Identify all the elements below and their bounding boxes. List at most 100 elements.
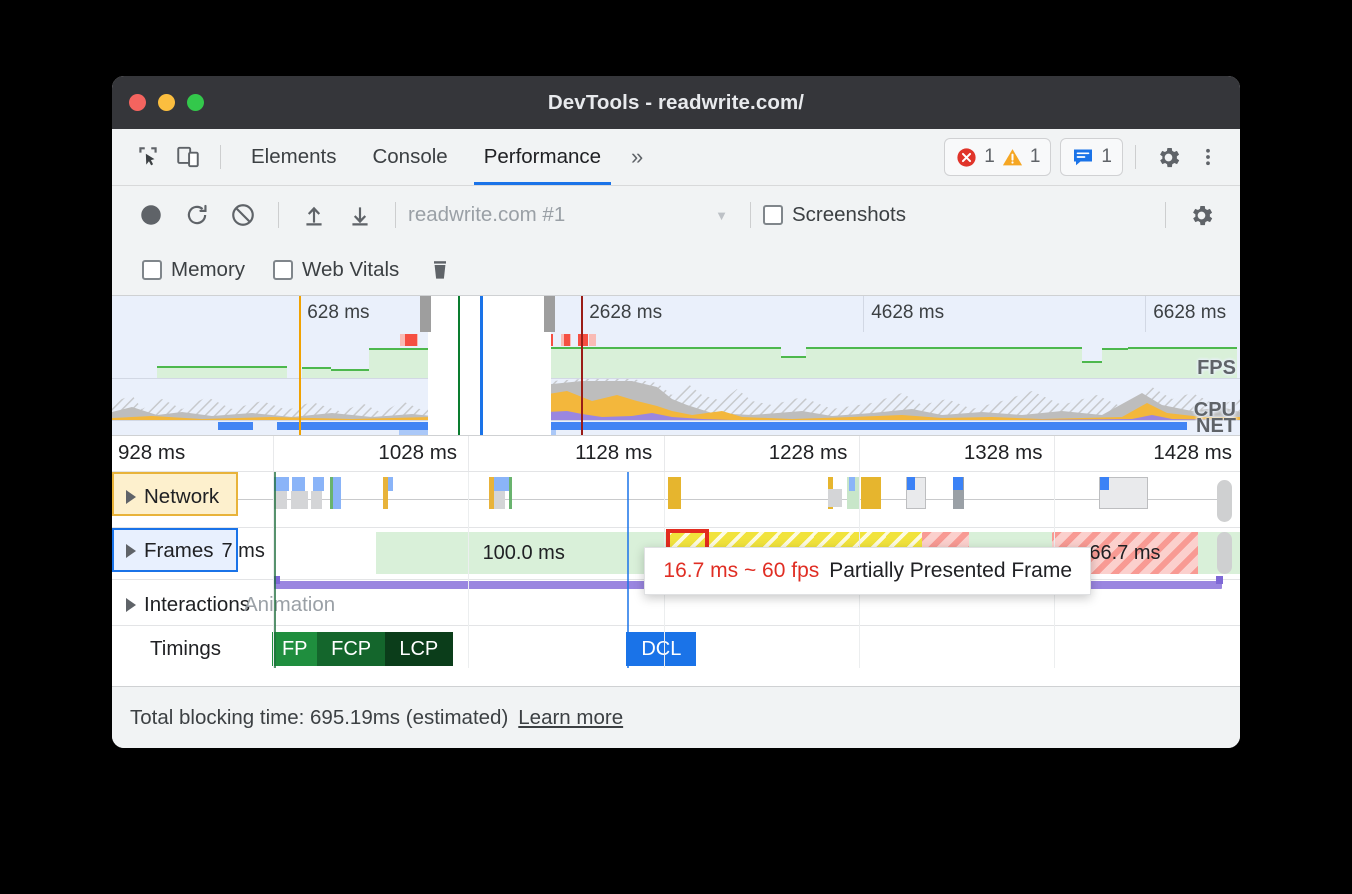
timing-marker-lcp[interactable]: LCP: [385, 632, 453, 666]
devtools-window: DevTools - readwrite.com/ Elements Conso…: [112, 76, 1240, 748]
toolbar-divider-6: [1165, 202, 1166, 228]
session-select[interactable]: readwrite.com #1 ▼: [408, 203, 738, 227]
track-label-frames-text: Frames: [144, 539, 213, 563]
tracks-tick-0: 928 ms: [112, 441, 193, 465]
screenshots-label: Screenshots: [792, 203, 906, 227]
issues-badge-group[interactable]: 1 1: [944, 138, 1051, 176]
track-label-frames[interactable]: Frames 7 ms: [126, 539, 265, 563]
memory-checkbox[interactable]: Memory: [142, 258, 245, 282]
overview-tick-3: 6628 ms: [1145, 302, 1232, 324]
cpu-area-chart: [112, 379, 1240, 421]
trash-icon[interactable]: [417, 250, 463, 290]
gear-icon[interactable]: [1148, 137, 1188, 177]
tooltip-duration: 16.7 ms ~ 60 fps: [663, 559, 819, 583]
track-label-interactions-text: Interactions: [144, 593, 250, 617]
more-tabs-icon[interactable]: »: [619, 144, 655, 170]
frame-block[interactable]: 100.0 ms: [411, 532, 637, 574]
overview-selection-handle-right[interactable]: [544, 296, 555, 332]
message-icon: [1071, 145, 1095, 169]
tracks-tick-2: 1128 ms: [575, 441, 660, 465]
scrollbar-thumb-top[interactable]: [1217, 480, 1232, 522]
reload-and-record-button[interactable]: [174, 195, 220, 235]
error-count: 1: [984, 146, 995, 168]
web-vitals-checkbox[interactable]: Web Vitals: [273, 258, 399, 282]
performance-toolbar-primary: readwrite.com #1 ▼ Screenshots: [112, 186, 1240, 244]
track-label-animation-text: Animation: [244, 593, 335, 617]
messages-badge-group[interactable]: 1: [1060, 138, 1123, 176]
tracks-tick-5: 1428 ms: [1153, 441, 1240, 465]
frame-tooltip: 16.7 ms ~ 60 fps Partially Presented Fra…: [644, 547, 1091, 595]
overview-marker-fcp: [458, 296, 460, 435]
tab-performance[interactable]: Performance: [466, 129, 619, 185]
tab-console[interactable]: Console: [354, 129, 465, 185]
overview-tick-1: 2628 ms: [581, 302, 668, 324]
chevron-down-icon: ▼: [715, 208, 738, 223]
timing-marker-fcp[interactable]: FCP: [317, 632, 385, 666]
toolbar-divider-3: [278, 202, 279, 228]
record-button[interactable]: [128, 195, 174, 235]
track-row-timings[interactable]: Timings FP FCP LCP DCL: [112, 626, 1240, 668]
screenshots-checkbox-box[interactable]: [763, 205, 783, 225]
overview-selection-handle-left[interactable]: [420, 296, 431, 332]
tracks-tick-4: 1328 ms: [964, 441, 1051, 465]
track-label-network[interactable]: Network: [126, 485, 219, 509]
session-name: readwrite.com #1: [408, 203, 565, 227]
kebab-menu-icon[interactable]: [1188, 137, 1228, 177]
tracks-ruler: 928 ms 1028 ms 1128 ms 1228 ms 1328 ms 1…: [112, 436, 1240, 472]
maximize-window-button[interactable]: [187, 94, 204, 111]
guide-line-fcp: [274, 472, 276, 668]
minimize-window-button[interactable]: [158, 94, 175, 111]
timing-marker-fp[interactable]: FP: [272, 632, 317, 666]
performance-footer: Total blocking time: 695.19ms (estimated…: [112, 686, 1240, 748]
window-traffic-lights: [129, 94, 204, 111]
timeline-overview[interactable]: 628 ms 2628 ms 4628 ms 6628 ms: [112, 296, 1240, 436]
track-label-network-text: Network: [144, 485, 219, 509]
track-label-animation: Animation: [244, 593, 335, 617]
tracks-tick-1: 1028 ms: [378, 441, 465, 465]
expand-triangle-icon[interactable]: [126, 598, 136, 612]
upload-profile-button[interactable]: [291, 195, 337, 235]
cursor-select-icon[interactable]: [128, 137, 168, 177]
timing-marker-dcl[interactable]: DCL: [626, 632, 696, 666]
warning-count: 1: [1030, 146, 1041, 168]
overview-cpu-track: CPU: [112, 378, 1240, 420]
overview-marker-fp: [299, 296, 301, 435]
overview-tick-0: 628 ms: [299, 302, 375, 324]
clear-button[interactable]: [220, 195, 266, 235]
close-window-button[interactable]: [129, 94, 146, 111]
capture-settings-gear-icon[interactable]: [1178, 195, 1224, 235]
devtools-tab-strip: Elements Console Performance » 1 1: [112, 129, 1240, 186]
track-label-interactions[interactable]: Interactions: [126, 593, 250, 617]
overview-tick-2: 4628 ms: [863, 302, 950, 324]
message-count: 1: [1101, 146, 1112, 168]
total-blocking-time: Total blocking time: 695.19ms (estimated…: [130, 706, 508, 730]
track-label-timings-text: Timings: [150, 637, 221, 661]
download-profile-button[interactable]: [337, 195, 383, 235]
memory-label: Memory: [171, 258, 245, 282]
scrollbar-thumb-bottom[interactable]: [1217, 532, 1232, 574]
guide-line-dcl: [627, 472, 629, 668]
toolbar-divider: [220, 145, 221, 169]
web-vitals-checkbox-box[interactable]: [273, 260, 293, 280]
expand-triangle-icon[interactable]: [126, 490, 136, 504]
toolbar-divider-2: [1135, 145, 1136, 169]
timeline-tracks-pane[interactable]: 928 ms 1028 ms 1128 ms 1228 ms 1328 ms 1…: [112, 436, 1240, 668]
overview-net-track: NET: [112, 420, 1240, 436]
overview-ruler: 628 ms 2628 ms 4628 ms 6628 ms: [112, 296, 1240, 332]
tooltip-description: Partially Presented Frame: [829, 559, 1072, 583]
expand-triangle-icon[interactable]: [126, 544, 136, 558]
memory-checkbox-box[interactable]: [142, 260, 162, 280]
track-row-network[interactable]: Network: [112, 472, 1240, 528]
warning-icon: [1001, 146, 1024, 169]
overview-marker-load: [581, 296, 583, 435]
window-title-bar: DevTools - readwrite.com/: [112, 76, 1240, 129]
overview-selection-window[interactable]: [428, 296, 551, 435]
tab-elements[interactable]: Elements: [233, 129, 354, 185]
web-vitals-label: Web Vitals: [302, 258, 399, 282]
overview-fps-name: FPS: [1197, 357, 1236, 380]
device-toggle-icon[interactable]: [168, 137, 208, 177]
screenshots-checkbox[interactable]: Screenshots: [763, 203, 906, 227]
overview-marker-dcl: [480, 296, 483, 435]
learn-more-link[interactable]: Learn more: [518, 706, 623, 730]
performance-toolbar-secondary: Memory Web Vitals: [112, 244, 1240, 296]
